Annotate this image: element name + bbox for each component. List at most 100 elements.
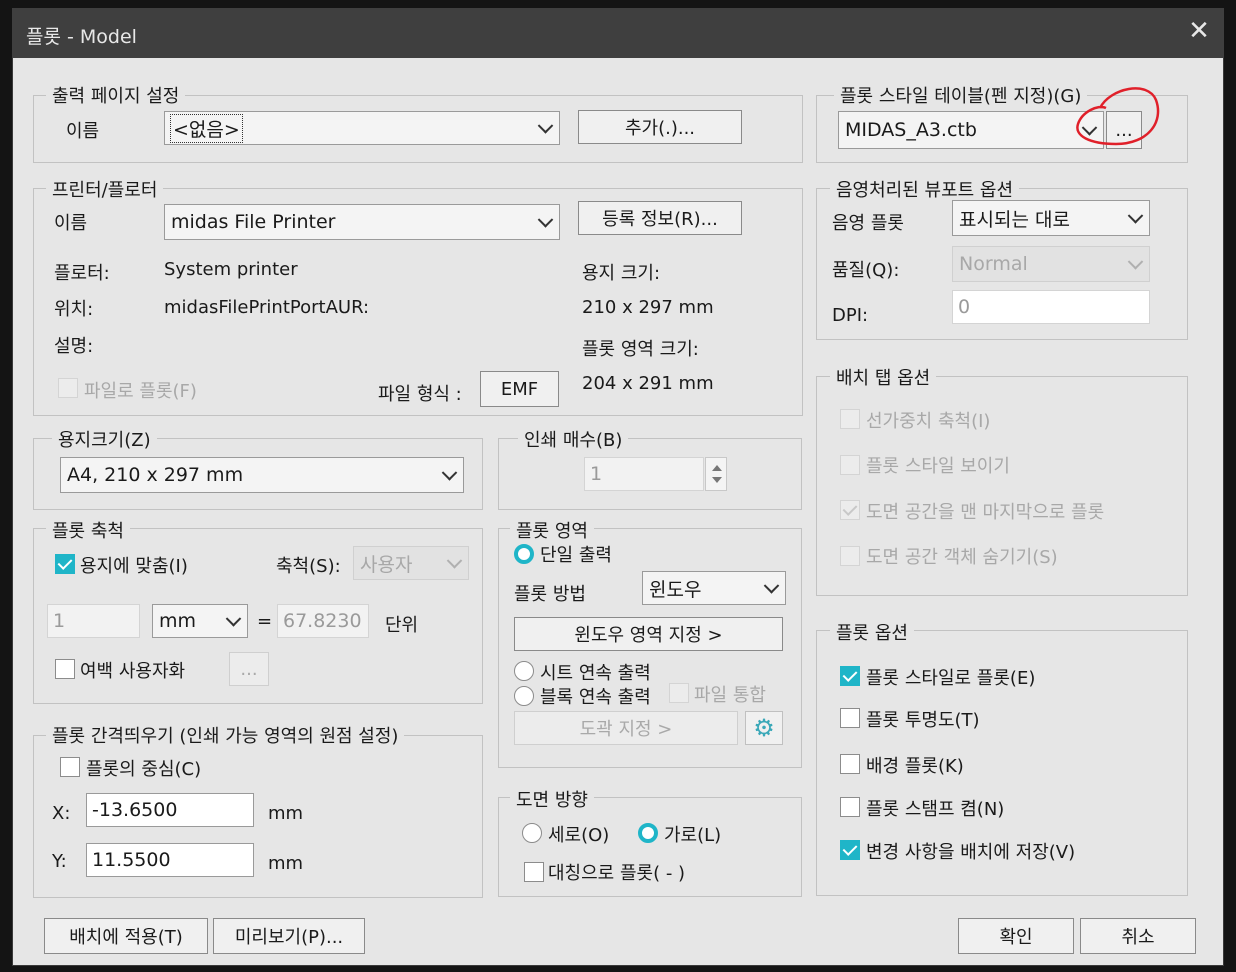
frame-button[interactable]: 도곽 지정 > bbox=[514, 711, 738, 745]
plot-to-file-label: 파일로 플롯(F) bbox=[84, 381, 197, 402]
printer-properties-button[interactable]: 등록 정보(R)... bbox=[578, 201, 742, 235]
shaded-viewport-legend: 음영처리된 뷰포트 옵션 bbox=[830, 176, 1020, 202]
shade-plot-combo[interactable]: 표시되는 대로 bbox=[952, 200, 1150, 236]
plot-with-styles-label: 플롯 스타일로 플롯(E) bbox=[866, 668, 1036, 689]
merge-file-label: 파일 통합 bbox=[694, 685, 766, 706]
preview-button[interactable]: 미리보기(P)... bbox=[213, 918, 365, 954]
block-series-label: 블록 연속 출력 bbox=[540, 687, 651, 708]
cancel-button[interactable]: 취소 bbox=[1080, 918, 1196, 954]
upside-down-checkbox[interactable] bbox=[524, 862, 544, 882]
lineweight-scale-checkbox[interactable] bbox=[840, 409, 860, 429]
apply-to-layout-button[interactable]: 배치에 적용(T) bbox=[44, 918, 208, 954]
background-plot-checkbox[interactable] bbox=[840, 754, 860, 774]
single-output-radio[interactable] bbox=[514, 544, 534, 564]
center-plot-label: 플롯의 중심(C) bbox=[86, 759, 202, 780]
plot-style-table-combo[interactable]: MIDAS_A3.ctb bbox=[838, 111, 1104, 149]
scale-unit-value: mm bbox=[159, 610, 197, 632]
single-output-label: 단일 출력 bbox=[540, 545, 612, 566]
scale-unit-label: 단위 bbox=[385, 615, 419, 636]
close-icon[interactable]: ✕ bbox=[1186, 18, 1212, 44]
red-circle-annotation bbox=[1076, 87, 1160, 146]
scale-value2-input[interactable]: 67.8230 bbox=[277, 604, 369, 638]
quality-label: 품질(Q): bbox=[832, 260, 900, 281]
ok-button[interactable]: 확인 bbox=[958, 918, 1074, 954]
plot-method-combo[interactable]: 윈도우 bbox=[642, 571, 786, 605]
chevron-down-icon bbox=[446, 553, 463, 569]
shade-plot-label: 음영 플롯 bbox=[832, 213, 904, 234]
paper-size-value: A4, 210 x 297 mm bbox=[67, 464, 244, 486]
printer-name-combo[interactable]: midas File Printer bbox=[164, 204, 560, 240]
offset-x-unit: mm bbox=[268, 803, 304, 824]
paper-size-info-value: 210 x 297 mm bbox=[582, 297, 714, 318]
layout-options-legend: 배치 탭 옵션 bbox=[830, 364, 937, 390]
gear-icon[interactable]: ⚙ bbox=[745, 711, 783, 745]
custom-margin-checkbox[interactable] bbox=[55, 659, 75, 679]
show-plot-styles-checkbox[interactable] bbox=[840, 455, 860, 475]
plot-paperspace-last-checkbox[interactable] bbox=[840, 500, 860, 520]
save-changes-checkbox[interactable] bbox=[840, 840, 860, 860]
printer-name-label: 이름 bbox=[54, 213, 88, 234]
fit-to-paper-label: 용지에 맞춤(I) bbox=[80, 556, 188, 577]
landscape-radio[interactable] bbox=[638, 823, 658, 843]
scale-label: 축척(S): bbox=[276, 556, 341, 577]
plot-style-table-legend: 플롯 스타일 테이블(펜 지정)(G) bbox=[834, 82, 1088, 108]
scale-value: 사용자 bbox=[360, 553, 413, 576]
quality-combo[interactable]: Normal bbox=[952, 246, 1150, 282]
block-series-radio[interactable] bbox=[514, 686, 534, 706]
plot-transparency-checkbox[interactable] bbox=[840, 708, 860, 728]
custom-margin-label: 여백 사용자화 bbox=[80, 661, 186, 682]
hide-paperspace-objects-checkbox[interactable] bbox=[840, 546, 860, 566]
copies-input[interactable]: 1 bbox=[584, 457, 704, 491]
offset-y-input[interactable]: 11.5500 bbox=[86, 843, 254, 877]
sheet-series-label: 시트 연속 출력 bbox=[540, 663, 651, 684]
plot-options-legend: 플롯 옵션 bbox=[830, 619, 914, 645]
plot-area-size-label: 플롯 영역 크기: bbox=[582, 339, 699, 360]
orientation-legend: 도면 방향 bbox=[510, 786, 594, 812]
fit-to-paper-checkbox[interactable] bbox=[55, 554, 75, 574]
plotter-label: 플로터: bbox=[54, 263, 110, 284]
add-page-setup-button[interactable]: 추가(.)... bbox=[578, 110, 742, 144]
plot-with-styles-checkbox[interactable] bbox=[840, 666, 860, 686]
plot-stamp-checkbox[interactable] bbox=[840, 797, 860, 817]
scale-unit-combo[interactable]: mm bbox=[152, 604, 248, 638]
window-area-button[interactable]: 윈도우 영역 지정 > bbox=[514, 617, 783, 651]
plot-stamp-label: 플롯 스탬프 켬(N) bbox=[866, 799, 1005, 820]
paper-size-info-label: 용지 크기: bbox=[582, 263, 661, 284]
sheet-series-radio[interactable] bbox=[514, 661, 534, 681]
merge-file-checkbox[interactable] bbox=[669, 683, 689, 703]
page-setup-name-label: 이름 bbox=[66, 121, 100, 142]
plot-to-file-checkbox[interactable] bbox=[58, 378, 78, 398]
description-label: 설명: bbox=[54, 336, 94, 357]
dpi-input[interactable]: 0 bbox=[952, 290, 1150, 324]
upside-down-label: 대칭으로 플롯( - ) bbox=[548, 863, 686, 884]
center-plot-checkbox[interactable] bbox=[60, 757, 80, 777]
paper-size-combo[interactable]: A4, 210 x 297 mm bbox=[60, 457, 464, 493]
chevron-down-icon bbox=[1127, 254, 1144, 270]
spin-down-icon[interactable] bbox=[712, 477, 722, 483]
where-label: 위치: bbox=[54, 299, 94, 320]
dpi-label: DPI: bbox=[832, 305, 869, 326]
spin-up-icon[interactable] bbox=[712, 465, 722, 471]
plotter-value: System printer bbox=[164, 259, 298, 280]
hide-paperspace-objects-label: 도면 공간 객체 숨기기(S) bbox=[866, 547, 1058, 568]
shade-plot-value: 표시되는 대로 bbox=[959, 208, 1070, 231]
lineweight-scale-label: 선가중치 축척(I) bbox=[866, 411, 991, 432]
offset-x-input[interactable]: -13.6500 bbox=[86, 793, 254, 827]
page-setup-name-value: <없음> bbox=[170, 113, 243, 143]
plot-style-table-value: MIDAS_A3.ctb bbox=[845, 119, 977, 141]
scale-combo[interactable]: 사용자 bbox=[353, 546, 469, 580]
page-setup-name-combo[interactable]: <없음> bbox=[164, 111, 560, 145]
offset-y-label: Y: bbox=[52, 851, 67, 872]
portrait-label: 세로(O) bbox=[548, 825, 610, 846]
scale-value1-input[interactable]: 1 bbox=[47, 604, 140, 638]
title-bar: 플롯 - Model ✕ bbox=[12, 8, 1224, 58]
copies-spinner[interactable] bbox=[705, 457, 727, 491]
page-setup-legend: 출력 페이지 설정 bbox=[46, 82, 186, 108]
file-format-button[interactable]: EMF bbox=[480, 371, 559, 407]
plot-area-legend: 플롯 영역 bbox=[510, 517, 594, 543]
plot-method-value: 윈도우 bbox=[649, 578, 702, 601]
chevron-down-icon bbox=[537, 118, 554, 134]
portrait-radio[interactable] bbox=[522, 823, 542, 843]
plot-area-size-value: 204 x 291 mm bbox=[582, 373, 714, 394]
custom-margin-button[interactable]: ... bbox=[229, 652, 269, 686]
